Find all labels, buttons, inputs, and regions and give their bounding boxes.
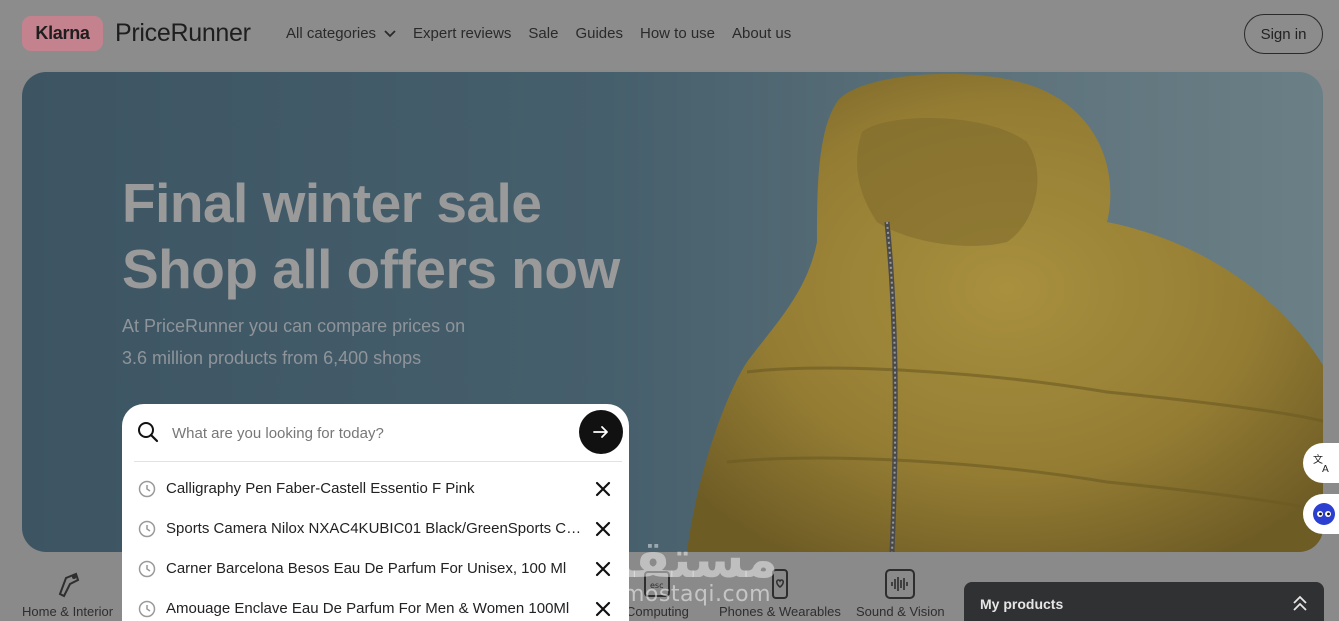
category-label: Sound & Vision bbox=[856, 604, 945, 619]
robot-icon bbox=[1313, 503, 1335, 525]
svg-text:A: A bbox=[1322, 464, 1329, 474]
nav-expert-reviews[interactable]: Expert reviews bbox=[413, 25, 511, 42]
search-submit-button[interactable] bbox=[579, 410, 623, 454]
hero-subtitle: At PriceRunner you can compare prices on… bbox=[122, 310, 465, 374]
clock-icon bbox=[138, 560, 156, 578]
category-sound-vision[interactable]: Sound & Vision bbox=[856, 568, 945, 619]
hero-subtitle-line-2: 3.6 million products from 6,400 shops bbox=[122, 348, 422, 368]
site-header: Klarna PriceRunner All categories Expert… bbox=[0, 0, 1339, 70]
category-label: Home & Interior bbox=[22, 604, 114, 619]
hero-title: Final winter sale Shop all offers now bbox=[122, 170, 620, 302]
jacket-image bbox=[687, 73, 1323, 552]
translate-icon: 文A bbox=[1313, 453, 1329, 474]
chevron-down-icon bbox=[384, 29, 396, 37]
nav-guides[interactable]: Guides bbox=[575, 25, 623, 42]
nav-all-categories[interactable]: All categories bbox=[286, 25, 396, 42]
category-home-interior[interactable]: Home & Interior bbox=[22, 568, 113, 619]
klarna-logo[interactable]: Klarna bbox=[22, 16, 103, 51]
search-panel: Calligraphy Pen Faber-Castell Essentio F… bbox=[122, 404, 629, 621]
clock-icon bbox=[138, 520, 156, 538]
hero-subtitle-line-1: At PriceRunner you can compare prices on bbox=[122, 316, 466, 336]
recent-search-label: Carner Barcelona Besos Eau De Parfum For… bbox=[166, 560, 567, 577]
watermark-latin: mostaqi.com bbox=[623, 582, 772, 607]
main-nav: All categories Expert reviews Sale Guide… bbox=[286, 25, 791, 42]
recent-search-item[interactable]: Calligraphy Pen Faber-Castell Essentio F… bbox=[122, 470, 629, 510]
sign-in-button[interactable]: Sign in bbox=[1244, 14, 1323, 54]
recent-search-label: Sports Camera Nilox NXAC4KUBIC01 Black/G… bbox=[166, 520, 586, 537]
nav-all-categories-label: All categories bbox=[286, 25, 377, 42]
hero-title-line-1: Final winter sale bbox=[122, 172, 542, 234]
search-icon bbox=[138, 422, 159, 443]
recent-search-item[interactable]: Sports Camera Nilox NXAC4KUBIC01 Black/G… bbox=[122, 510, 629, 550]
my-products-label: My products bbox=[980, 596, 1064, 612]
search-input[interactable] bbox=[172, 420, 572, 446]
clock-icon bbox=[138, 480, 156, 498]
search-divider bbox=[134, 461, 622, 462]
soundwave-icon bbox=[885, 569, 916, 599]
hero-title-line-2: Shop all offers now bbox=[122, 238, 620, 300]
recent-search-label: Amouage Enclave Eau De Parfum For Men & … bbox=[166, 600, 570, 617]
mixer-icon bbox=[58, 572, 79, 598]
close-icon[interactable] bbox=[594, 560, 612, 578]
recent-search-item[interactable]: Amouage Enclave Eau De Parfum For Men & … bbox=[122, 590, 629, 621]
my-products-bar[interactable]: My products bbox=[964, 582, 1324, 621]
nav-about-us[interactable]: About us bbox=[732, 25, 791, 42]
assistant-button[interactable] bbox=[1303, 494, 1339, 534]
arrow-right-icon bbox=[593, 426, 608, 438]
close-icon[interactable] bbox=[594, 600, 612, 618]
nav-sale[interactable]: Sale bbox=[528, 25, 558, 42]
close-icon[interactable] bbox=[594, 520, 612, 538]
translate-button[interactable]: 文A bbox=[1303, 443, 1339, 483]
chevron-double-up-icon bbox=[1293, 595, 1307, 611]
search-bar bbox=[122, 404, 629, 462]
pricerunner-logo[interactable]: PriceRunner bbox=[115, 19, 251, 48]
recent-search-label: Calligraphy Pen Faber-Castell Essentio F… bbox=[166, 480, 475, 497]
nav-how-to-use[interactable]: How to use bbox=[640, 25, 715, 42]
clock-icon bbox=[138, 600, 156, 618]
close-icon[interactable] bbox=[594, 480, 612, 498]
recent-search-item[interactable]: Carner Barcelona Besos Eau De Parfum For… bbox=[122, 550, 629, 590]
